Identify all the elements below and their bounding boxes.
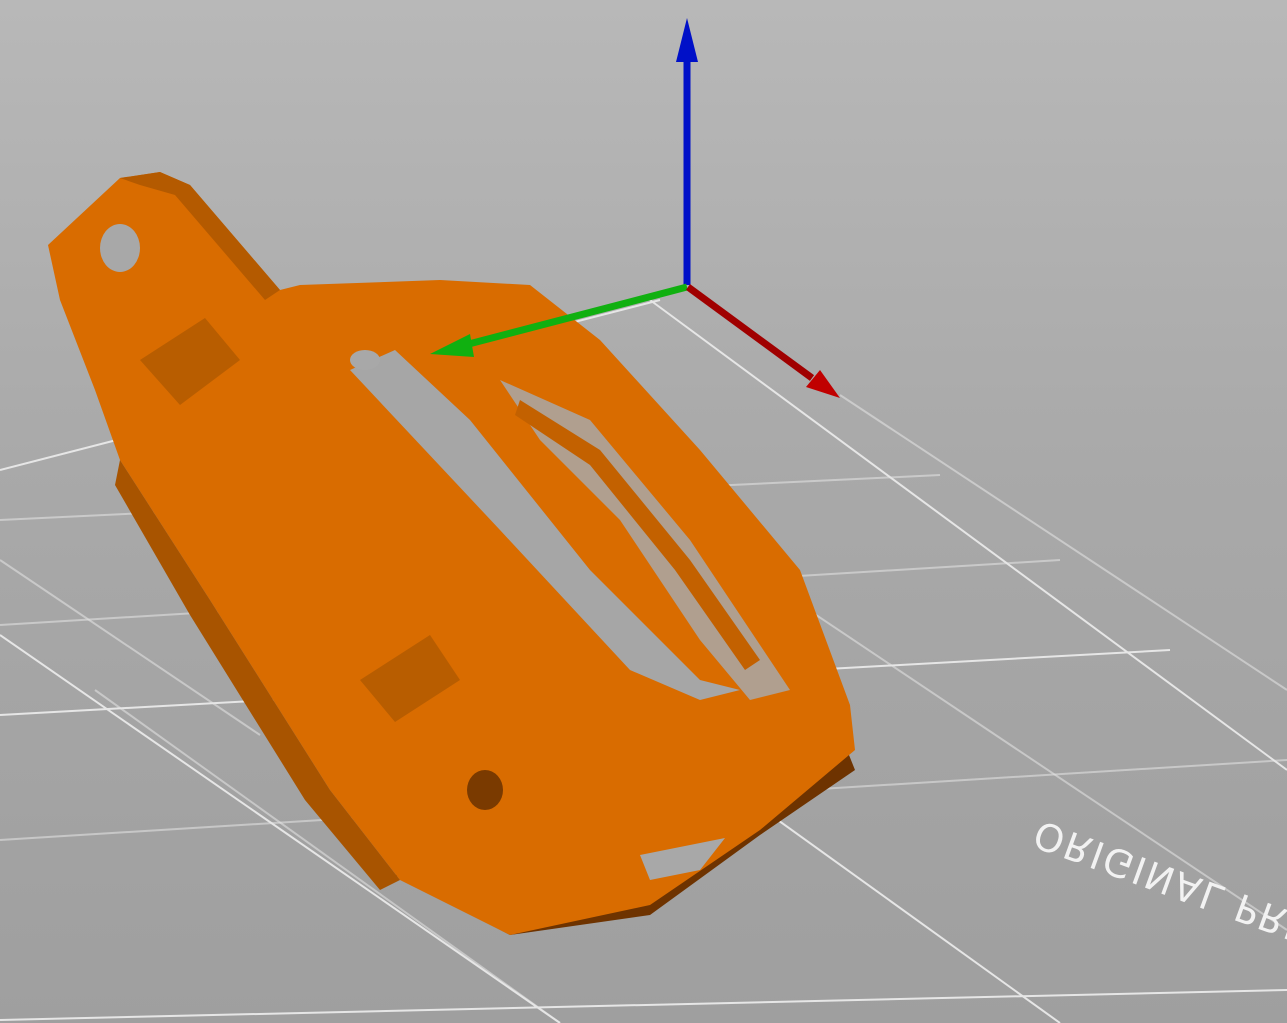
model-hole-top (100, 224, 140, 272)
axes-gizmo (430, 18, 840, 398)
z-axis-arrowhead (676, 18, 698, 62)
3d-viewport[interactable]: ORIGINAL PRU (0, 0, 1287, 1023)
x-axis (685, 284, 815, 381)
model-hole-left (350, 350, 380, 370)
scene-canvas[interactable]: ORIGINAL PRU (0, 0, 1287, 1023)
bed-label: ORIGINAL PRU (1028, 812, 1287, 955)
model-hole-bottom (467, 770, 503, 810)
model-part[interactable] (48, 172, 855, 935)
